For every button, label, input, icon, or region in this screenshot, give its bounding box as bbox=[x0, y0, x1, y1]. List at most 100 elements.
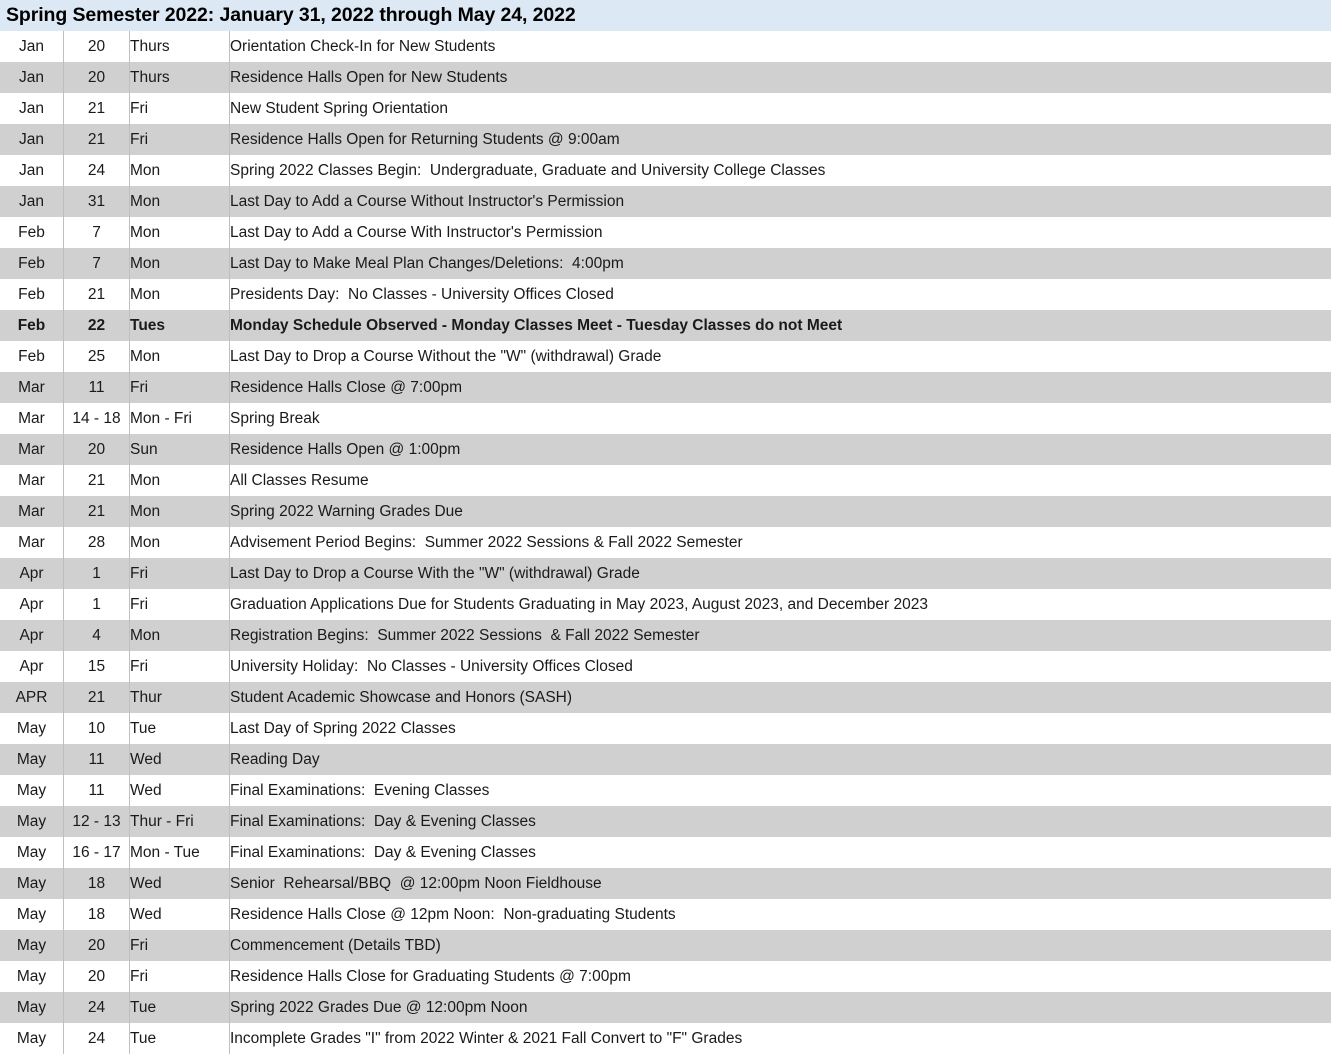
page-title: Spring Semester 2022: January 31, 2022 t… bbox=[6, 4, 576, 26]
table-row: May 10 Tue Last Day of Spring 2022 Classes bbox=[0, 713, 1331, 744]
cell-day: 31 bbox=[63, 186, 130, 217]
table-row: Mar 11 Fri Residence Halls Close @ 7:00pm bbox=[0, 372, 1331, 403]
cell-month: Feb bbox=[0, 310, 64, 341]
cell-month: Feb bbox=[0, 341, 64, 372]
cell-event: University Holiday: No Classes - Univers… bbox=[229, 651, 1331, 682]
cell-month: Mar bbox=[0, 403, 64, 434]
cell-month: Mar bbox=[0, 372, 64, 403]
cell-month: Jan bbox=[0, 31, 64, 62]
table-row: May 16 - 17 Mon - Tue Final Examinations: D… bbox=[0, 837, 1331, 868]
cell-weekday: Tues bbox=[129, 310, 230, 341]
cell-day: 21 bbox=[63, 496, 130, 527]
table-row: May 24 Tue Spring 2022 Grades Due @ 12:00pm… bbox=[0, 992, 1331, 1023]
cell-weekday: Fri bbox=[129, 372, 230, 403]
cell-event: Reading Day bbox=[229, 744, 1331, 775]
cell-weekday: Mon bbox=[129, 620, 230, 651]
cell-event: Final Examinations: Evening Classes bbox=[229, 775, 1331, 806]
table-row: May 18 Wed Residence Halls Close @ 12pm Noo… bbox=[0, 899, 1331, 930]
cell-weekday: Thur bbox=[129, 682, 230, 713]
cell-month: Apr bbox=[0, 589, 64, 620]
cell-event: Last Day to Drop a Course Without the "W… bbox=[229, 341, 1331, 372]
cell-weekday: Sun bbox=[129, 434, 230, 465]
cell-weekday: Wed bbox=[129, 899, 230, 930]
table-row: May 18 Wed Senior Rehearsal/BBQ @ 12:00pm N… bbox=[0, 868, 1331, 899]
cell-event: Last Day to Add a Course Without Instruc… bbox=[229, 186, 1331, 217]
table-row: May 20 Fri Commencement (Details TBD) bbox=[0, 930, 1331, 961]
cell-month: Jan bbox=[0, 155, 64, 186]
calendar-title-bar: Spring Semester 2022: January 31, 2022 t… bbox=[0, 0, 1331, 31]
cell-event: Registration Begins: Summer 2022 Session… bbox=[229, 620, 1331, 651]
cell-day: 18 bbox=[63, 868, 130, 899]
academic-calendar: Spring Semester 2022: January 31, 2022 t… bbox=[0, 0, 1331, 1054]
cell-day: 21 bbox=[63, 279, 130, 310]
cell-day: 10 bbox=[63, 713, 130, 744]
cell-month: Feb bbox=[0, 248, 64, 279]
cell-day: 12 - 13 bbox=[63, 806, 130, 837]
cell-month: May bbox=[0, 961, 64, 992]
cell-month: Mar bbox=[0, 496, 64, 527]
cell-month: May bbox=[0, 806, 64, 837]
cell-day: 24 bbox=[63, 992, 130, 1023]
cell-day: 1 bbox=[63, 558, 130, 589]
cell-day: 25 bbox=[63, 341, 130, 372]
table-row: Feb 22 Tues Monday Schedule Observed - Mond… bbox=[0, 310, 1331, 341]
cell-month: May bbox=[0, 992, 64, 1023]
cell-event: Residence Halls Open @ 1:00pm bbox=[229, 434, 1331, 465]
cell-weekday: Fri bbox=[129, 93, 230, 124]
cell-day: 16 - 17 bbox=[63, 837, 130, 868]
cell-event: Last Day to Drop a Course With the "W" (… bbox=[229, 558, 1331, 589]
cell-weekday: Tue bbox=[129, 713, 230, 744]
table-row: May 11 Wed Final Examinations: Evening Clas… bbox=[0, 775, 1331, 806]
cell-event: Graduation Applications Due for Students… bbox=[229, 589, 1331, 620]
cell-weekday: Thurs bbox=[129, 31, 230, 62]
cell-weekday: Mon bbox=[129, 465, 230, 496]
cell-month: Mar bbox=[0, 527, 64, 558]
cell-weekday: Thur - Fri bbox=[129, 806, 230, 837]
cell-day: 4 bbox=[63, 620, 130, 651]
cell-event: Residence Halls Close @ 7:00pm bbox=[229, 372, 1331, 403]
cell-weekday: Mon bbox=[129, 496, 230, 527]
cell-event: Spring 2022 Classes Begin: Undergraduate… bbox=[229, 155, 1331, 186]
table-row: Jan 20 Thurs Orientation Check-In for New S… bbox=[0, 31, 1331, 62]
cell-month: Apr bbox=[0, 558, 64, 589]
cell-event: Spring 2022 Warning Grades Due bbox=[229, 496, 1331, 527]
calendar-table-body: Jan 20 Thurs Orientation Check-In for New S… bbox=[0, 31, 1331, 1054]
cell-month: Mar bbox=[0, 465, 64, 496]
cell-day: 21 bbox=[63, 93, 130, 124]
cell-weekday: Wed bbox=[129, 744, 230, 775]
table-row: Mar 20 Sun Residence Halls Open @ 1:00pm bbox=[0, 434, 1331, 465]
cell-month: May bbox=[0, 868, 64, 899]
cell-weekday: Wed bbox=[129, 775, 230, 806]
cell-day: 28 bbox=[63, 527, 130, 558]
cell-day: 24 bbox=[63, 1023, 130, 1054]
table-row: Jan 20 Thurs Residence Halls Open for New S… bbox=[0, 62, 1331, 93]
table-row: Jan 31 Mon Last Day to Add a Course Without… bbox=[0, 186, 1331, 217]
table-row: Jan 21 Fri New Student Spring Orientation bbox=[0, 93, 1331, 124]
table-row: APR 21 Thur Student Academic Showcase and H… bbox=[0, 682, 1331, 713]
cell-day: 11 bbox=[63, 775, 130, 806]
cell-weekday: Mon bbox=[129, 248, 230, 279]
cell-event: New Student Spring Orientation bbox=[229, 93, 1331, 124]
cell-event: Residence Halls Close for Graduating Stu… bbox=[229, 961, 1331, 992]
cell-month: Apr bbox=[0, 651, 64, 682]
table-row: Mar 21 Mon All Classes Resume bbox=[0, 465, 1331, 496]
cell-weekday: Mon bbox=[129, 527, 230, 558]
cell-event: Residence Halls Close @ 12pm Noon: Non-g… bbox=[229, 899, 1331, 930]
cell-day: 20 bbox=[63, 434, 130, 465]
cell-month: May bbox=[0, 1023, 64, 1054]
table-row: Mar 28 Mon Advisement Period Begins: Summer… bbox=[0, 527, 1331, 558]
cell-weekday: Fri bbox=[129, 124, 230, 155]
cell-month: Apr bbox=[0, 620, 64, 651]
cell-event: Residence Halls Open for New Students bbox=[229, 62, 1331, 93]
table-row: Apr 1 Fri Graduation Applications Due for S… bbox=[0, 589, 1331, 620]
cell-weekday: Fri bbox=[129, 589, 230, 620]
table-row: Apr 15 Fri University Holiday: No Classes -… bbox=[0, 651, 1331, 682]
cell-day: 20 bbox=[63, 961, 130, 992]
cell-event: Senior Rehearsal/BBQ @ 12:00pm Noon Fiel… bbox=[229, 868, 1331, 899]
cell-month: Jan bbox=[0, 124, 64, 155]
cell-month: May bbox=[0, 775, 64, 806]
cell-event: Presidents Day: No Classes - University … bbox=[229, 279, 1331, 310]
cell-month: May bbox=[0, 930, 64, 961]
cell-month: Jan bbox=[0, 93, 64, 124]
cell-event: Last Day to Make Meal Plan Changes/Delet… bbox=[229, 248, 1331, 279]
